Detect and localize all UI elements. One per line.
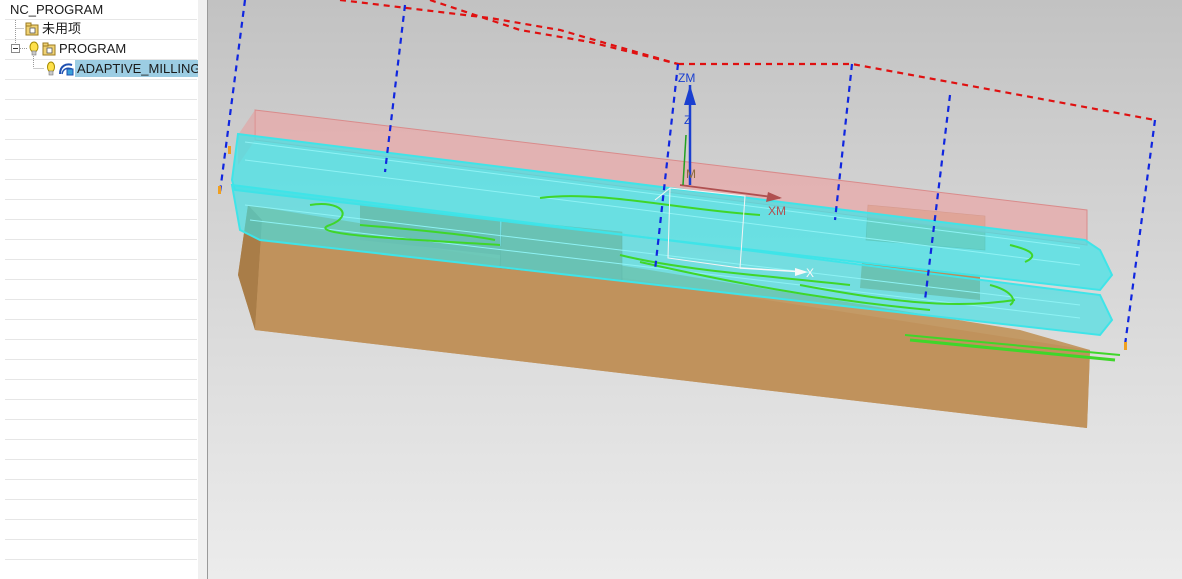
operation-navigator: NC_PROGRAM 未用项 PROGRAM ADAPTIVE_MILLING: [0, 0, 199, 579]
navigator-row: [5, 20, 197, 40]
navigator-row: [5, 440, 197, 460]
navigator-row: [5, 460, 197, 480]
navigator-row: [5, 360, 197, 380]
navigator-row: [5, 220, 197, 240]
navigator-row: [5, 180, 197, 200]
navigator-row: [5, 540, 197, 560]
navigator-row: [5, 400, 197, 420]
navigator-row: [5, 420, 197, 440]
z-label: Z: [684, 113, 691, 127]
navigator-row: [5, 480, 197, 500]
navigator-row: [5, 340, 197, 360]
navigator-row: [5, 560, 197, 579]
navigator-row: [5, 280, 197, 300]
navigator-row: [5, 520, 197, 540]
navigator-row: [5, 260, 197, 280]
cam-scene[interactable]: ZM XM M Z X: [208, 0, 1182, 579]
navigator-row: [5, 120, 197, 140]
navigator-row: [5, 100, 197, 120]
zm-arrow: [684, 85, 696, 105]
graphics-viewport[interactable]: ZM XM M Z X: [208, 0, 1182, 579]
navigator-row: [5, 140, 197, 160]
navigator-row: [5, 320, 197, 340]
x-label: X: [806, 266, 814, 280]
navigator-row: [5, 500, 197, 520]
navigator-row: [5, 40, 197, 60]
navigator-row: [5, 80, 197, 100]
navigator-row: [5, 160, 197, 180]
zm-label: ZM: [678, 71, 695, 85]
navigator-row: [5, 300, 197, 320]
m-label: M: [686, 167, 696, 181]
xm-label: XM: [768, 204, 786, 218]
panel-splitter[interactable]: [198, 0, 208, 579]
navigator-row: [5, 240, 197, 260]
navigator-row: [5, 0, 197, 20]
rapid-red: [339, 0, 1156, 122]
navigator-row: [5, 380, 197, 400]
navigator-row: [5, 60, 197, 80]
navigator-row: [5, 200, 197, 220]
